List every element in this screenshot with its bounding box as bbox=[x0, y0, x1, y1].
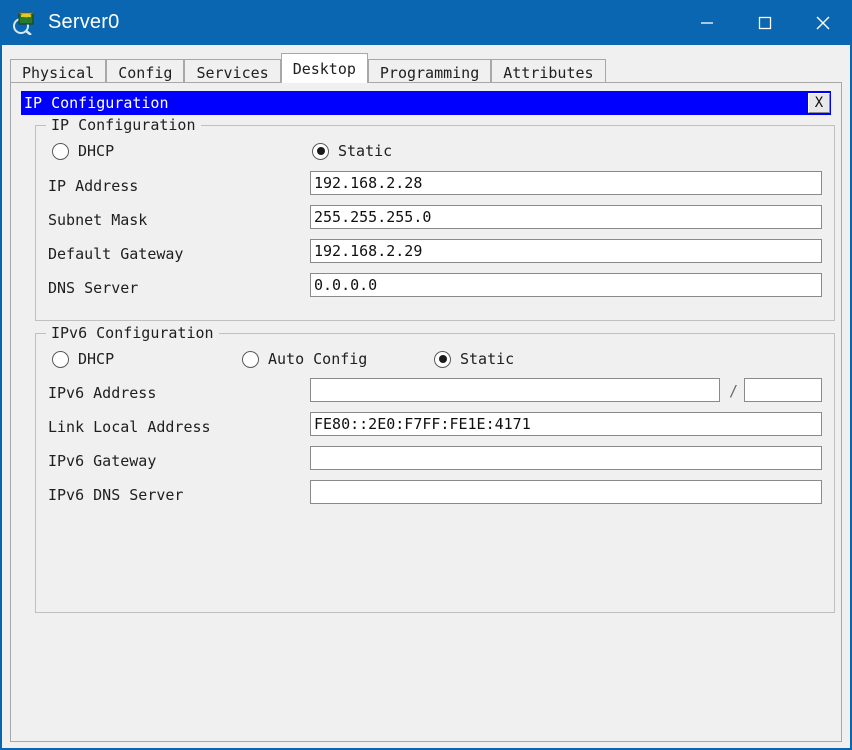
desktop-panel: IP Configuration X IP Configuration DHCP… bbox=[10, 82, 842, 742]
window-titlebar: Server0 bbox=[0, 0, 852, 45]
ipv6-static-radio[interactable]: Static bbox=[434, 350, 514, 368]
default-gateway-input[interactable]: 192.168.2.29 bbox=[310, 239, 822, 263]
ipv6-dhcp-radio[interactable]: DHCP bbox=[52, 350, 114, 368]
link-local-address-input[interactable]: FE80::2E0:F7FF:FE1E:4171 bbox=[310, 412, 822, 436]
radio-checked-icon bbox=[434, 350, 451, 368]
close-icon[interactable] bbox=[794, 0, 852, 45]
minimize-icon[interactable] bbox=[678, 0, 736, 45]
packet-tracer-inspect-icon bbox=[12, 11, 38, 36]
ipv6-prefix-separator: / bbox=[729, 382, 739, 400]
radio-unchecked-icon bbox=[242, 350, 259, 368]
ip-configuration-titlebar: IP Configuration X bbox=[21, 91, 831, 115]
tab-desktop[interactable]: Desktop bbox=[280, 53, 368, 83]
ipv6-dhcp-label: DHCP bbox=[78, 350, 115, 368]
ipv6-configuration-group: IPv6 Configuration DHCP Auto Config Stat… bbox=[35, 324, 835, 613]
radio-checked-icon bbox=[312, 142, 329, 160]
ipv6-gateway-label: IPv6 Gateway bbox=[48, 452, 157, 470]
default-gateway-label: Default Gateway bbox=[48, 245, 184, 263]
ip-address-label: IP Address bbox=[48, 177, 139, 195]
ipv6-gateway-input[interactable] bbox=[310, 446, 822, 470]
ipv6-address-input[interactable] bbox=[310, 378, 720, 402]
ip-configuration-close-button[interactable]: X bbox=[808, 93, 830, 113]
window-controls bbox=[678, 0, 852, 45]
radio-unchecked-icon bbox=[52, 350, 69, 368]
ipv4-dhcp-label: DHCP bbox=[78, 142, 115, 160]
ipv4-static-label: Static bbox=[338, 142, 393, 160]
dns-server-label: DNS Server bbox=[48, 279, 139, 297]
ipv6-dns-server-label: IPv6 DNS Server bbox=[48, 486, 184, 504]
top-checkbox-row[interactable]: Top bbox=[10, 745, 842, 750]
packet-tracer-device-window: Server0 Physical Config Services Desktop… bbox=[0, 0, 852, 750]
ipv4-group-label: IP Configuration bbox=[46, 116, 201, 134]
ipv6-prefix-length-input[interactable] bbox=[744, 378, 822, 402]
ipv6-address-label: IPv6 Address bbox=[48, 384, 157, 402]
ipv6-auto-config-label: Auto Config bbox=[268, 350, 368, 368]
ipv6-group-label: IPv6 Configuration bbox=[46, 324, 219, 342]
ipv6-auto-config-radio[interactable]: Auto Config bbox=[242, 350, 367, 368]
ipv6-static-label: Static bbox=[460, 350, 515, 368]
ip-configuration-title: IP Configuration bbox=[24, 94, 169, 112]
subnet-mask-label: Subnet Mask bbox=[48, 211, 148, 229]
device-tabs: Physical Config Services Desktop Program… bbox=[10, 53, 842, 86]
maximize-icon[interactable] bbox=[736, 0, 794, 45]
ipv6-dns-server-input[interactable] bbox=[310, 480, 822, 504]
window-body: Physical Config Services Desktop Program… bbox=[0, 45, 852, 750]
ip-address-input[interactable]: 192.168.2.28 bbox=[310, 171, 822, 195]
subnet-mask-input[interactable]: 255.255.255.0 bbox=[310, 205, 822, 229]
radio-unchecked-icon bbox=[52, 142, 69, 160]
dns-server-input[interactable]: 0.0.0.0 bbox=[310, 273, 822, 297]
link-local-address-label: Link Local Address bbox=[48, 418, 211, 436]
ipv4-configuration-group: IP Configuration DHCP Static IP Address … bbox=[35, 116, 835, 321]
ipv4-dhcp-radio[interactable]: DHCP bbox=[52, 142, 114, 160]
ipv4-static-radio[interactable]: Static bbox=[312, 142, 392, 160]
window-title: Server0 bbox=[48, 11, 120, 33]
